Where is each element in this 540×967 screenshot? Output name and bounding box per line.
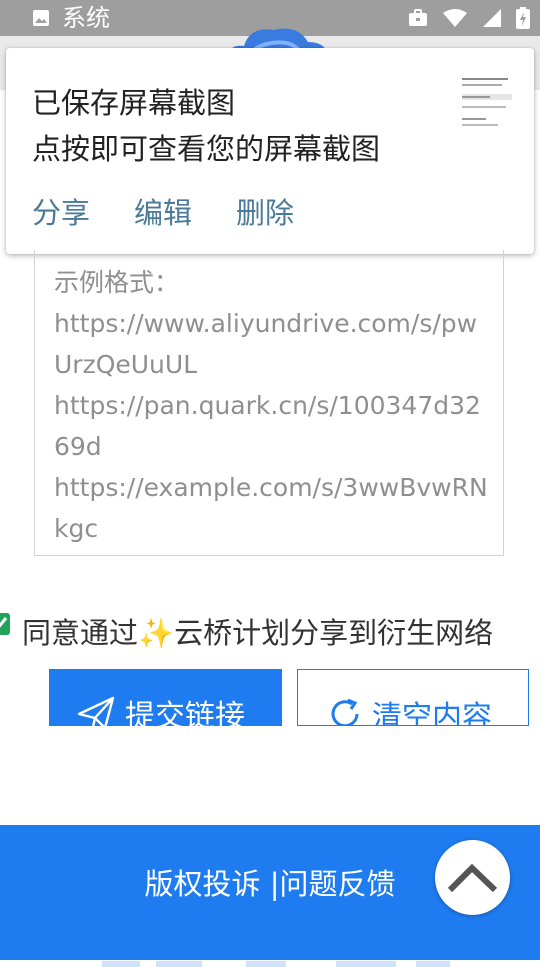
feedback-link[interactable]: 问题反馈 bbox=[280, 867, 396, 901]
copyright-complaint-link[interactable]: 版权投诉 bbox=[144, 867, 260, 901]
refresh-icon bbox=[331, 698, 359, 725]
briefcase-icon bbox=[409, 9, 427, 26]
agreement-checkbox[interactable] bbox=[0, 613, 10, 635]
chevron-up-icon bbox=[447, 863, 498, 893]
agreement-label: 同意通过✨云桥计划分享到衍生网络 bbox=[22, 610, 493, 652]
clear-content-label: 清空内容 bbox=[372, 700, 492, 726]
placeholder-line: 示例格式： bbox=[54, 268, 180, 297]
submit-link-label: 提交链接 bbox=[125, 699, 245, 726]
delete-button[interactable]: 删除 bbox=[236, 190, 294, 232]
notification-subtitle: 点按即可查看您的屏幕截图 bbox=[32, 132, 381, 166]
submit-link-button[interactable]: 提交链接 bbox=[49, 669, 282, 726]
link-input-placeholder: 示例格式： https://www.aliyundrive.com/s/pwUr… bbox=[54, 262, 494, 549]
agreement-row: 同意通过✨云桥计划分享到衍生网络 bbox=[0, 606, 540, 650]
placeholder-line: https://www.aliyundrive.com/s/pwUrzQeUuU… bbox=[54, 309, 478, 379]
screenshot-notification[interactable]: 已保存屏幕截图 点按即可查看您的屏幕截图 分享 编辑 删除 bbox=[6, 48, 534, 254]
placeholder-line: https://example.com/s/3wwBvwRNkgc bbox=[54, 473, 488, 543]
edit-button[interactable]: 编辑 bbox=[134, 190, 192, 232]
screenshot-thumbnail[interactable] bbox=[456, 72, 516, 138]
image-icon bbox=[33, 10, 49, 26]
wifi-icon bbox=[443, 9, 467, 27]
battery-charging-icon bbox=[516, 7, 530, 29]
placeholder-line: https://pan.quark.cn/s/100347d3269d bbox=[54, 391, 481, 461]
footer-separator: | bbox=[260, 867, 280, 901]
notification-title: 已保存屏幕截图 bbox=[32, 86, 236, 120]
agreement-text-after: 云桥计划分享到衍生网络 bbox=[174, 616, 494, 650]
paper-plane-icon bbox=[77, 696, 115, 726]
share-button[interactable]: 分享 bbox=[32, 190, 90, 232]
clear-content-button[interactable]: 清空内容 bbox=[297, 669, 529, 726]
status-bar-title: 系统 bbox=[62, 4, 110, 32]
check-icon bbox=[0, 617, 8, 628]
agreement-text-before: 同意通过 bbox=[22, 616, 139, 650]
back-to-top-button[interactable] bbox=[435, 840, 510, 915]
footer-cut-off-text bbox=[102, 961, 450, 967]
sparkle-icon: ✨ bbox=[138, 616, 175, 650]
signal-icon bbox=[483, 9, 501, 27]
